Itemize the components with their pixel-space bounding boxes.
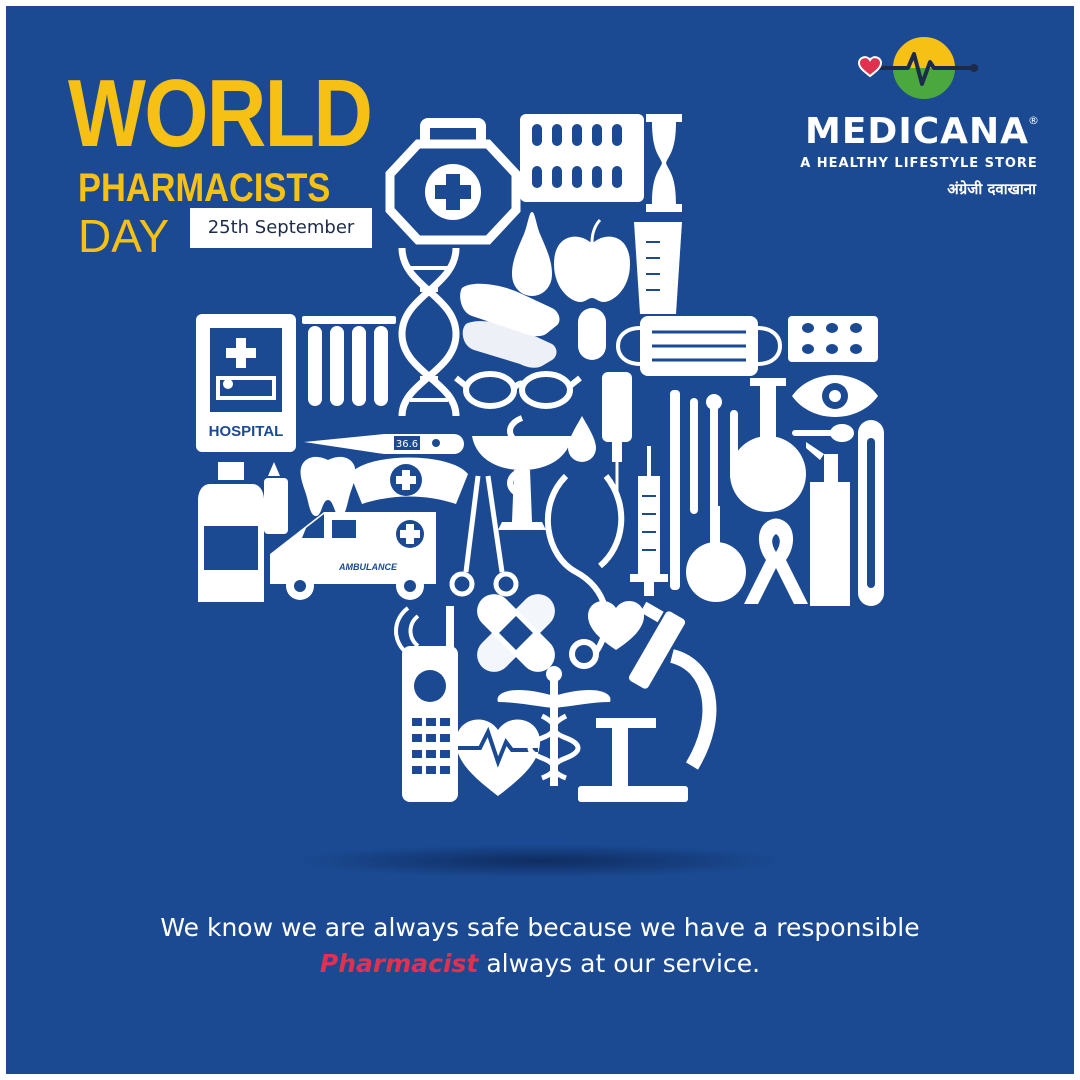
enema-bulb-icon <box>686 506 746 602</box>
spoon-icon <box>792 424 854 442</box>
ribbon-icon <box>744 518 808 604</box>
syringe-icon <box>630 446 668 596</box>
registered-mark: ® <box>1028 114 1039 127</box>
glasses-icon <box>454 371 582 409</box>
measuring-cup-icon <box>634 222 682 314</box>
droplet-icon <box>568 416 596 462</box>
pear-icon <box>512 212 552 296</box>
hourglass-icon <box>646 114 682 212</box>
poster: HOSPITAL 36.6 AMBULANCE WORLD PHARMACIST… <box>6 6 1074 1074</box>
mercury-thermometer-icon <box>858 420 884 606</box>
bottle-icon <box>198 462 264 602</box>
first-aid-kit-icon <box>385 118 521 245</box>
dna-icon <box>398 247 460 417</box>
message: We know we are always safe because we ha… <box>46 910 1034 982</box>
walkie-talkie-icon <box>394 606 458 802</box>
face-mask-icon <box>615 316 783 376</box>
gloves-icon <box>460 283 560 368</box>
apple-icon <box>554 218 630 302</box>
forceps-icon <box>449 475 519 597</box>
thermometer-icon: 36.6 <box>304 434 464 454</box>
message-highlight: Pharmacist <box>319 949 479 978</box>
dropper-bottle-icon <box>264 462 288 534</box>
heart-icon <box>588 601 644 650</box>
test-tubes-icon <box>302 316 396 406</box>
heartbeat-icon <box>456 719 540 796</box>
brand-hindi-subtitle: अंग्रेजी दवाखाना <box>947 180 1036 198</box>
pill-blister-icon <box>520 114 644 202</box>
title-day: DAY <box>78 210 170 262</box>
capsule-icon <box>578 308 606 360</box>
cross-shadow <box>290 844 790 878</box>
nurse-cap-icon <box>350 457 468 504</box>
tooth-icon <box>300 456 356 516</box>
eye-icon <box>792 375 878 417</box>
ambulance-icon: AMBULANCE <box>270 512 436 600</box>
title-world: WORLD <box>68 60 373 167</box>
message-line1: We know we are always safe because we ha… <box>160 913 920 942</box>
heartbeat-globe-logo-icon <box>857 35 978 101</box>
thermometer-reading: 36.6 <box>396 439 418 450</box>
brand-name: MEDICANA <box>805 111 1029 152</box>
spray-bottle-icon <box>806 442 850 606</box>
bowl-of-hygieia-icon <box>472 415 572 530</box>
hospital-label: HOSPITAL <box>209 423 284 440</box>
bandage-icon <box>477 594 555 672</box>
title-pharmacists: PHARMACISTS <box>78 166 331 210</box>
message-line2: always at our service. <box>486 949 761 978</box>
date-badge: 25th September <box>190 208 372 248</box>
brand-tagline: A HEALTHY LIFESTYLE STORE <box>800 156 1038 171</box>
ambulance-label: AMBULANCE <box>338 562 398 572</box>
hospital-sign-icon: HOSPITAL <box>196 314 296 452</box>
pill-strip-icon <box>788 316 878 362</box>
